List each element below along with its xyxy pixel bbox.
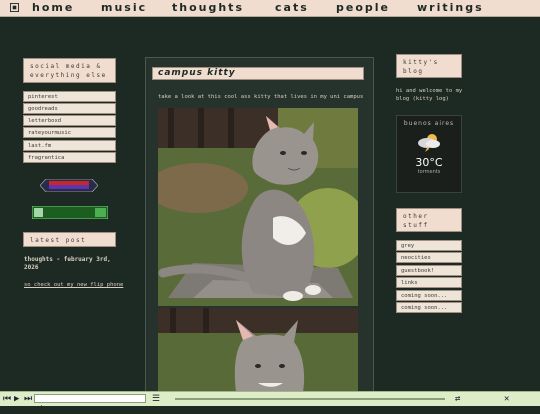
weather-widget: buenos aires 30°C torments (396, 115, 462, 193)
link-coming-soon-1[interactable]: coming soon... (396, 290, 462, 301)
weather-condition: torments (417, 169, 441, 175)
latest-post-link[interactable]: so check out my new flip phone (24, 281, 124, 289)
link-guestbook[interactable]: guestbook! (396, 265, 462, 276)
cat-photo-1 (158, 108, 358, 306)
button-badge-icon[interactable] (32, 206, 108, 219)
social-media-header: social media & everything else (23, 58, 116, 83)
stamp-badge-icon[interactable] (40, 179, 98, 192)
menu-icon[interactable]: ☰ (152, 394, 160, 404)
track-title: ok (37, 405, 45, 412)
post-text: take a look at this cool ass kitty that … (158, 94, 364, 100)
latest-post-heading: thoughts - february 3rd, 2026 (24, 256, 111, 271)
link-neocities[interactable]: neocities (396, 252, 462, 263)
link-letterboxd[interactable]: letterboxd (23, 115, 116, 126)
shuffle-icon[interactable]: ⇄ (455, 394, 460, 404)
link-pinterest[interactable]: pinterest (23, 91, 116, 102)
nav-item-people[interactable]: people (336, 1, 390, 14)
link-rateyourmusic[interactable]: rateyourmusic (23, 127, 116, 138)
nav-item-cats[interactable]: cats (275, 1, 309, 14)
nav-item-music[interactable]: music (101, 1, 147, 14)
welcome-text: hi and welcome to my blog (kitty log) (396, 88, 463, 102)
cloud-rain-icon (418, 134, 440, 152)
weather-city: buenos aires (403, 120, 455, 127)
link-lastfm[interactable]: last.fm (23, 140, 116, 151)
weather-temp: 30°C (415, 156, 443, 169)
volume-slider[interactable] (175, 398, 445, 400)
link-fragrantica[interactable]: fragrantica (23, 152, 116, 163)
previous-icon[interactable]: ⏮ (3, 394, 11, 404)
welcome-header: kitty's blog (396, 54, 462, 78)
link-links[interactable]: links (396, 277, 462, 288)
other-stuff-header: other stuff (396, 208, 462, 232)
nav-item-writings[interactable]: writings (417, 1, 484, 14)
music-player-bar: ⏮ ▶ ⏭ ok ☰ ⇄ ✕ (0, 391, 540, 412)
link-grey[interactable]: grey (396, 240, 462, 251)
nav-item-thoughts[interactable]: thoughts (172, 1, 244, 14)
latest-post-header: latest post (23, 232, 116, 247)
track-progress[interactable]: ok (34, 394, 146, 412)
home-icon[interactable] (10, 3, 19, 12)
play-icon[interactable]: ▶ (14, 394, 19, 404)
post-title: campus kitty (152, 67, 364, 80)
next-icon[interactable]: ⏭ (24, 394, 32, 404)
link-coming-soon-2[interactable]: coming soon... (396, 302, 462, 313)
cat-photo-2 (158, 308, 358, 392)
nav-item-home[interactable]: home (32, 1, 74, 14)
link-goodreads[interactable]: goodreads (23, 103, 116, 114)
close-icon[interactable]: ✕ (504, 394, 509, 404)
top-navigation-bar: home music thoughts cats people writings (0, 0, 540, 17)
